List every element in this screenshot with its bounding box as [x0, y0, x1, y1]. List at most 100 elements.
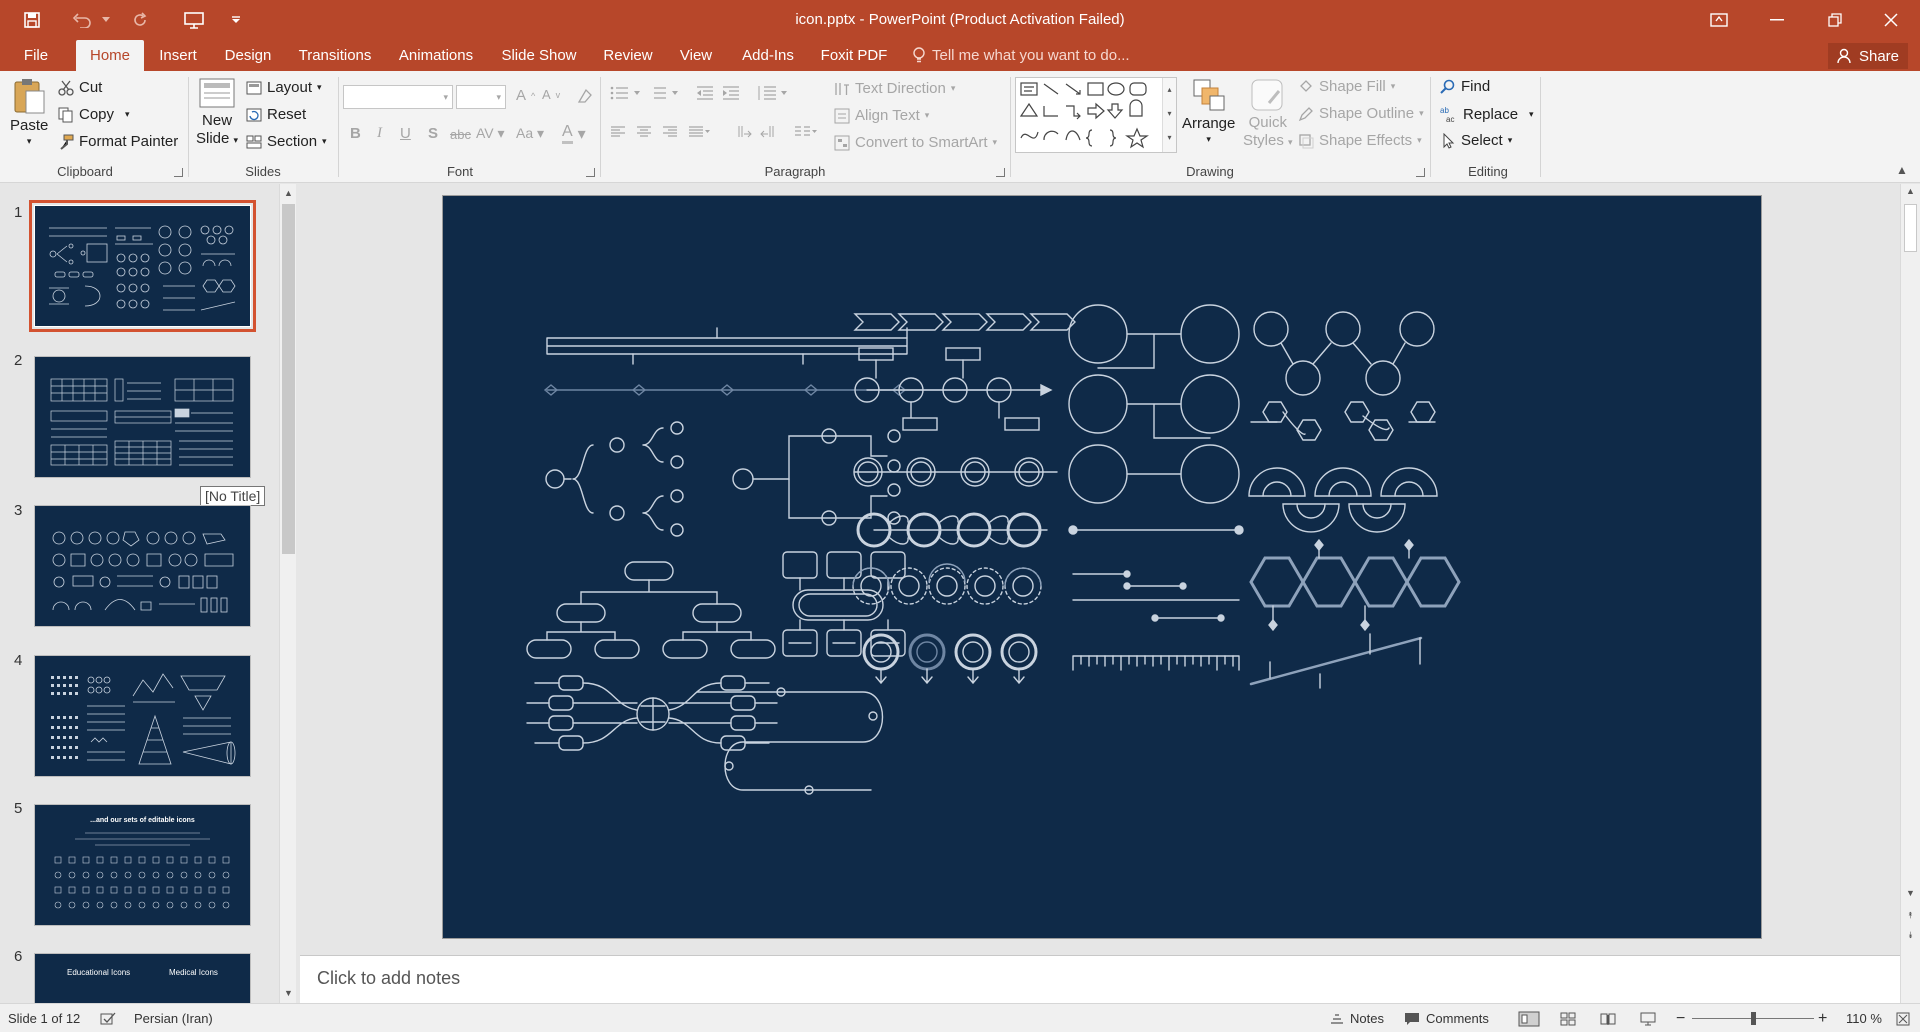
restore-icon[interactable]	[1806, 0, 1864, 40]
comments-button[interactable]: Comments	[1404, 1004, 1489, 1032]
text-direction-button[interactable]: Text Direction ▾	[834, 80, 955, 97]
shrink-font-icon[interactable]: Av	[542, 87, 560, 102]
increase-indent-icon[interactable]	[722, 85, 740, 101]
start-slideshow-icon[interactable]	[176, 0, 212, 40]
share-button[interactable]: Share	[1828, 43, 1908, 69]
convert-smartart-button[interactable]: Convert to SmartArt ▾	[834, 134, 997, 151]
normal-view-icon[interactable]	[1518, 1004, 1540, 1032]
tab-animations[interactable]: Animations	[392, 40, 480, 71]
previous-slide-icon[interactable]: ⯭	[1902, 910, 1919, 926]
arrange-button[interactable]: Arrange ▾	[1182, 77, 1235, 145]
cut-button[interactable]: Cut	[58, 79, 102, 96]
clipboard-launcher-icon[interactable]	[174, 168, 183, 177]
bold-icon[interactable]: B	[350, 125, 361, 142]
ribbon-display-options-icon[interactable]	[1690, 0, 1748, 40]
shape-effects-button[interactable]: Shape Effects ▾	[1298, 132, 1422, 149]
select-button[interactable]: Select ▾	[1440, 132, 1512, 149]
columns-icon[interactable]	[794, 125, 818, 139]
notes-pane[interactable]: Click to add notes	[300, 955, 1900, 1003]
text-shadow-icon[interactable]: S	[428, 125, 438, 142]
align-text-button[interactable]: Align Text ▾	[834, 107, 929, 124]
tab-add-ins[interactable]: Add-Ins	[734, 40, 802, 71]
left-to-right-icon[interactable]	[734, 125, 752, 139]
slide-sorter-icon[interactable]	[1560, 1004, 1576, 1032]
bullets-icon[interactable]	[610, 85, 644, 101]
minimize-icon[interactable]	[1748, 0, 1806, 40]
zoom-out-icon[interactable]: −	[1676, 1004, 1685, 1032]
tab-slide-show[interactable]: Slide Show	[494, 40, 584, 71]
zoom-in-icon[interactable]: +	[1818, 1004, 1827, 1032]
slide-thumbnail-1[interactable]	[29, 200, 256, 332]
notes-button[interactable]: Notes	[1330, 1004, 1384, 1032]
align-center-icon[interactable]	[636, 125, 652, 139]
tab-foxit-pdf[interactable]: Foxit PDF	[814, 40, 894, 71]
slide-thumbnail-2[interactable]	[34, 356, 251, 478]
chevron-down-icon[interactable]	[100, 0, 112, 40]
section-button[interactable]: Section ▾	[246, 133, 327, 150]
slideshow-view-icon[interactable]	[1640, 1004, 1656, 1032]
grow-font-icon[interactable]: A ^	[516, 87, 535, 104]
shape-outline-button[interactable]: Shape Outline ▾	[1298, 105, 1424, 122]
spellcheck-icon[interactable]	[100, 1004, 116, 1032]
reset-button[interactable]: Reset	[246, 106, 306, 123]
language-indicator[interactable]: Persian (Iran)	[134, 1004, 213, 1032]
clear-formatting-icon[interactable]	[576, 87, 594, 105]
zoom-slider-thumb[interactable]	[1751, 1012, 1756, 1025]
fit-slide-icon[interactable]	[1896, 1004, 1910, 1032]
align-left-icon[interactable]	[610, 125, 626, 139]
redo-icon[interactable]	[122, 0, 158, 40]
tab-review[interactable]: Review	[596, 40, 660, 71]
numbering-icon[interactable]	[648, 85, 682, 101]
scroll-thumb[interactable]	[1904, 204, 1917, 252]
new-slide-button[interactable]: New Slide ▾	[196, 77, 238, 147]
paragraph-launcher-icon[interactable]	[996, 168, 1005, 177]
replace-button[interactable]: ab ac Replace ▾	[1440, 105, 1534, 124]
zoom-level[interactable]: 110 %	[1846, 1004, 1882, 1032]
reading-view-icon[interactable]	[1600, 1004, 1616, 1032]
line-spacing-icon[interactable]	[756, 85, 790, 101]
shape-fill-button[interactable]: Shape Fill ▾	[1298, 78, 1395, 95]
justify-icon[interactable]	[688, 125, 710, 139]
tab-transitions[interactable]: Transitions	[290, 40, 380, 71]
strikethrough-icon[interactable]: abc	[450, 127, 471, 142]
drawing-launcher-icon[interactable]	[1416, 168, 1425, 177]
scroll-down-icon[interactable]: ▼	[280, 984, 297, 1002]
underline-icon[interactable]: U	[400, 125, 411, 142]
thumbnail-scrollbar[interactable]: ▲ ▼	[279, 184, 296, 1003]
undo-icon[interactable]	[64, 0, 100, 40]
find-button[interactable]: Find	[1440, 78, 1490, 95]
slide-thumbnail-5[interactable]: ...and our sets of editable icons	[34, 804, 251, 926]
character-spacing-icon[interactable]: AV ▾	[476, 125, 505, 142]
quick-styles-button[interactable]: Quick Styles ▾	[1243, 77, 1293, 149]
slide-thumbnail-3[interactable]	[34, 505, 251, 627]
slide-canvas[interactable]	[442, 195, 1762, 939]
scroll-up-icon[interactable]: ▲	[280, 184, 297, 202]
close-icon[interactable]	[1862, 0, 1920, 40]
tell-me-box[interactable]: Tell me what you want to do...	[912, 40, 1130, 71]
collapse-ribbon-icon[interactable]: ▲	[1896, 163, 1908, 177]
shapes-gallery[interactable]: ▴ ▾ ▾	[1015, 77, 1177, 153]
tab-insert[interactable]: Insert	[152, 40, 204, 71]
font-family-select[interactable]: ▾	[343, 85, 453, 109]
format-painter-button[interactable]: Format Painter	[58, 133, 178, 150]
decrease-indent-icon[interactable]	[696, 85, 714, 101]
paste-button[interactable]: Paste ▾	[10, 77, 48, 147]
font-color-icon[interactable]: A ▾	[562, 123, 586, 144]
save-icon[interactable]	[14, 0, 50, 40]
scroll-thumb[interactable]	[282, 204, 295, 554]
scroll-up-icon[interactable]: ▲	[1902, 186, 1919, 202]
slide-thumbnail-4[interactable]	[34, 655, 251, 777]
next-slide-icon[interactable]: ⯯	[1902, 930, 1919, 946]
font-launcher-icon[interactable]	[586, 168, 595, 177]
copy-button[interactable]: Copy ▾	[58, 106, 130, 123]
italic-icon[interactable]: I	[377, 125, 382, 142]
customize-toolbar-icon[interactable]	[226, 0, 246, 40]
font-size-select[interactable]: ▾	[456, 85, 506, 109]
slide-thumbnail-6[interactable]: Educational Icons Medical Icons	[34, 953, 251, 1003]
change-case-icon[interactable]: Aa ▾	[516, 125, 544, 142]
scroll-down-icon[interactable]: ▼	[1902, 888, 1919, 904]
align-right-icon[interactable]	[662, 125, 678, 139]
tab-home[interactable]: Home	[76, 40, 144, 71]
tab-file[interactable]: File	[12, 40, 60, 71]
slide-scrollbar[interactable]: ▲ ▼ ⯭ ⯯	[1900, 184, 1920, 1003]
